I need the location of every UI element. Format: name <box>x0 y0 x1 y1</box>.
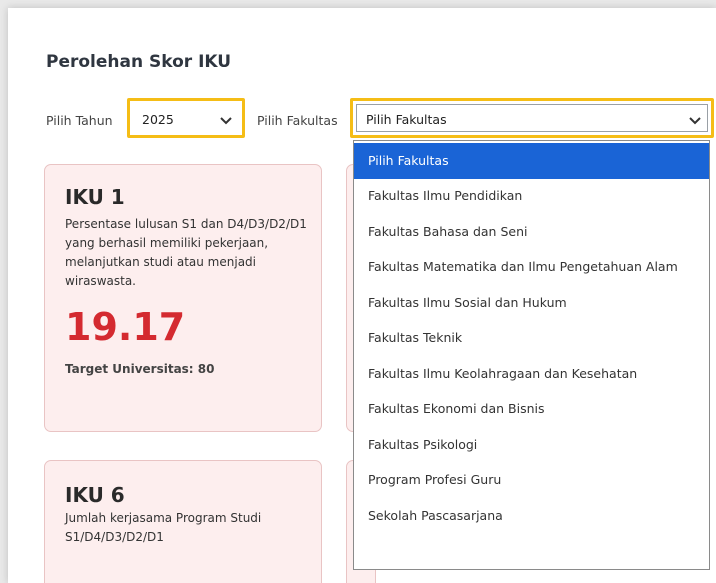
dropdown-option[interactable]: Fakultas Psikologi <box>354 427 709 463</box>
dropdown-option[interactable]: Fakultas Ilmu Pendidikan <box>354 178 709 214</box>
card-title: IKU 1 <box>65 185 125 209</box>
card-title: IKU 6 <box>65 483 125 507</box>
chevron-down-icon <box>220 117 232 125</box>
dropdown-option[interactable]: Program Profesi Guru <box>354 462 709 498</box>
card-target: Target Universitas: 80 <box>65 362 215 376</box>
dropdown-option[interactable]: Pilih Fakultas <box>354 143 709 179</box>
faculty-filter-label: Pilih Fakultas <box>257 113 338 128</box>
chevron-down-icon <box>689 117 701 125</box>
iku-6-card: IKU 6 Jumlah kerjasama Program Studi S1/… <box>44 460 322 583</box>
card-description: Jumlah kerjasama Program Studi S1/D4/D3/… <box>65 511 262 544</box>
dropdown-option[interactable]: Fakultas Ilmu Sosial dan Hukum <box>354 285 709 321</box>
card-description: Persentase lulusan S1 dan D4/D3/D2/D1 ya… <box>65 217 307 288</box>
year-select-value: 2025 <box>142 112 174 127</box>
faculty-dropdown-list[interactable]: Pilih Fakultas Fakultas Ilmu Pendidikan … <box>353 140 710 570</box>
page-title: Perolehan Skor IKU <box>46 52 232 72</box>
year-select[interactable]: 2025 <box>127 98 245 138</box>
dropdown-option[interactable]: Fakultas Ekonomi dan Bisnis <box>354 391 709 427</box>
dropdown-option[interactable]: Fakultas Matematika dan Ilmu Pengetahuan… <box>354 249 709 285</box>
year-filter-label: Pilih Tahun <box>46 113 113 128</box>
faculty-select[interactable]: Pilih Fakultas <box>350 98 714 138</box>
card-score: 19.17 <box>65 305 186 349</box>
dropdown-option[interactable]: Sekolah Pascasarjana <box>354 498 709 534</box>
dropdown-option[interactable]: Fakultas Ilmu Keolahragaan dan Kesehatan <box>354 356 709 392</box>
dropdown-option[interactable]: Fakultas Bahasa dan Seni <box>354 214 709 250</box>
dropdown-option[interactable]: Fakultas Teknik <box>354 320 709 356</box>
faculty-select-value: Pilih Fakultas <box>366 112 447 127</box>
iku-1-card: IKU 1 Persentase lulusan S1 dan D4/D3/D2… <box>44 164 322 432</box>
